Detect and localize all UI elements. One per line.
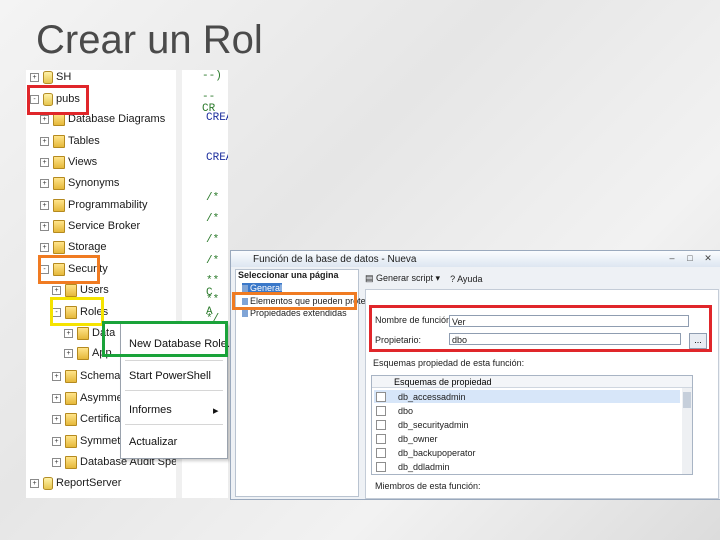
expand-icon[interactable]: +	[52, 457, 61, 467]
highlight-new-database-role	[102, 321, 228, 357]
folder-icon	[65, 455, 77, 469]
expand-icon[interactable]: +	[30, 72, 39, 82]
database-icon	[43, 70, 53, 84]
schemas-column-header: Esquemas de propiedad	[372, 376, 692, 388]
expand-icon[interactable]: +	[30, 478, 39, 488]
expand-icon[interactable]: +	[40, 200, 49, 210]
page-icon	[242, 309, 248, 317]
tree-node-sh[interactable]: + SH	[30, 70, 71, 86]
help-button[interactable]: ? Ayuda	[450, 274, 482, 284]
folder-icon	[77, 326, 89, 340]
menu-separator	[125, 360, 223, 361]
list-item[interactable]: db_securityadmin	[374, 418, 680, 431]
tree-node-symmetric-keys[interactable]: + Symmet	[52, 432, 120, 450]
expand-icon[interactable]: +	[40, 242, 49, 252]
code-line: /*	[206, 255, 220, 267]
page-selector-header: Seleccionar una página	[238, 270, 339, 280]
menu-separator	[125, 390, 223, 391]
submenu-arrow-icon: ▸	[213, 405, 219, 417]
maximize-icon[interactable]: □	[683, 253, 697, 264]
code-line: CREA	[206, 152, 228, 164]
tree-node-storage[interactable]: + Storage	[40, 238, 107, 256]
folder-icon	[53, 155, 65, 169]
expand-icon[interactable]: +	[52, 371, 61, 381]
expand-icon[interactable]: +	[40, 114, 49, 124]
highlight-roles	[50, 297, 104, 326]
list-item[interactable]: db_backupoperator	[374, 446, 680, 459]
tree-node-certificates[interactable]: + Certificat	[52, 410, 123, 428]
folder-icon	[65, 369, 77, 383]
script-button[interactable]: ▤ Generar script ▾	[365, 273, 440, 284]
checkbox[interactable]	[376, 405, 386, 416]
highlight-role-fields	[369, 305, 712, 352]
expand-icon[interactable]: +	[52, 393, 61, 403]
expand-icon[interactable]: +	[40, 178, 49, 188]
folder-icon	[65, 434, 77, 448]
tree-node-service-broker[interactable]: + Service Broker	[40, 217, 140, 235]
folder-icon	[77, 346, 89, 360]
checkbox[interactable]	[376, 419, 386, 430]
expand-icon[interactable]: +	[40, 157, 49, 167]
scrollbar-thumb[interactable]	[683, 392, 691, 408]
role-members-label: Miembros de esta función:	[375, 481, 481, 491]
folder-icon	[65, 412, 77, 426]
dialog-toolbar: ▤ Generar script ▾ ? Ayuda	[365, 273, 482, 284]
tree-node-reportserver[interactable]: + ReportServer	[30, 474, 121, 492]
expand-icon[interactable]: +	[40, 221, 49, 231]
code-line: /*	[206, 213, 220, 225]
list-item[interactable]: db_ddladmin	[374, 460, 680, 473]
close-icon[interactable]: ✕	[701, 253, 715, 264]
page-icon	[242, 284, 248, 292]
expand-icon[interactable]: +	[52, 436, 61, 446]
tree-node-tables[interactable]: + Tables	[40, 132, 100, 150]
menu-separator	[125, 424, 223, 425]
expand-icon[interactable]: +	[52, 285, 61, 295]
owned-schemas-label: Esquemas propiedad de esta función:	[373, 358, 525, 368]
database-icon	[43, 476, 53, 490]
folder-icon	[53, 240, 65, 254]
menu-item-refresh[interactable]: Actualizar	[129, 436, 177, 448]
highlight-security	[38, 255, 100, 284]
tree-node-programmability[interactable]: + Programmability	[40, 196, 147, 214]
checkbox[interactable]	[376, 461, 386, 472]
folder-icon	[53, 134, 65, 148]
owned-schemas-list: Esquemas de propiedad db_accessadmin dbo…	[371, 375, 693, 475]
dialog-titlebar: Función de la base de datos - Nueva – □ …	[231, 251, 720, 267]
new-database-role-dialog: Función de la base de datos - Nueva – □ …	[230, 250, 720, 500]
dialog-title: Función de la base de datos - Nueva	[253, 253, 417, 265]
expand-icon[interactable]: +	[64, 348, 73, 358]
minimize-icon[interactable]: –	[665, 253, 679, 264]
folder-icon	[53, 198, 65, 212]
tree-node-synonyms[interactable]: + Synonyms	[40, 174, 119, 192]
code-line: /*	[206, 192, 220, 204]
folder-icon	[53, 219, 65, 233]
checkbox[interactable]	[376, 447, 386, 458]
menu-item-reports[interactable]: Informes	[129, 404, 172, 416]
list-item[interactable]: db_owner	[374, 432, 680, 445]
code-line: /*	[206, 234, 220, 246]
code-line: CREA	[206, 112, 228, 124]
code-line: --)	[202, 70, 222, 82]
menu-item-start-powershell[interactable]: Start PowerShell	[129, 370, 211, 382]
highlight-pubs	[27, 85, 89, 115]
list-item[interactable]: db_accessadmin	[374, 390, 680, 403]
highlight-securables-page	[232, 292, 357, 310]
folder-icon	[65, 283, 77, 297]
folder-icon	[53, 176, 65, 190]
expand-icon[interactable]: +	[52, 414, 61, 424]
expand-icon[interactable]: +	[64, 328, 73, 338]
checkbox[interactable]	[376, 433, 386, 444]
checkbox[interactable]	[376, 391, 386, 402]
list-item[interactable]: dbo	[374, 404, 680, 417]
folder-icon	[65, 391, 77, 405]
expand-icon[interactable]: +	[40, 136, 49, 146]
tree-node-views[interactable]: + Views	[40, 153, 97, 171]
tree-node-schemas[interactable]: + Schemas	[52, 367, 126, 385]
slide-title: Crear un Rol	[36, 18, 263, 62]
tree-node-asymmetric-keys[interactable]: + Asymme	[52, 389, 123, 407]
